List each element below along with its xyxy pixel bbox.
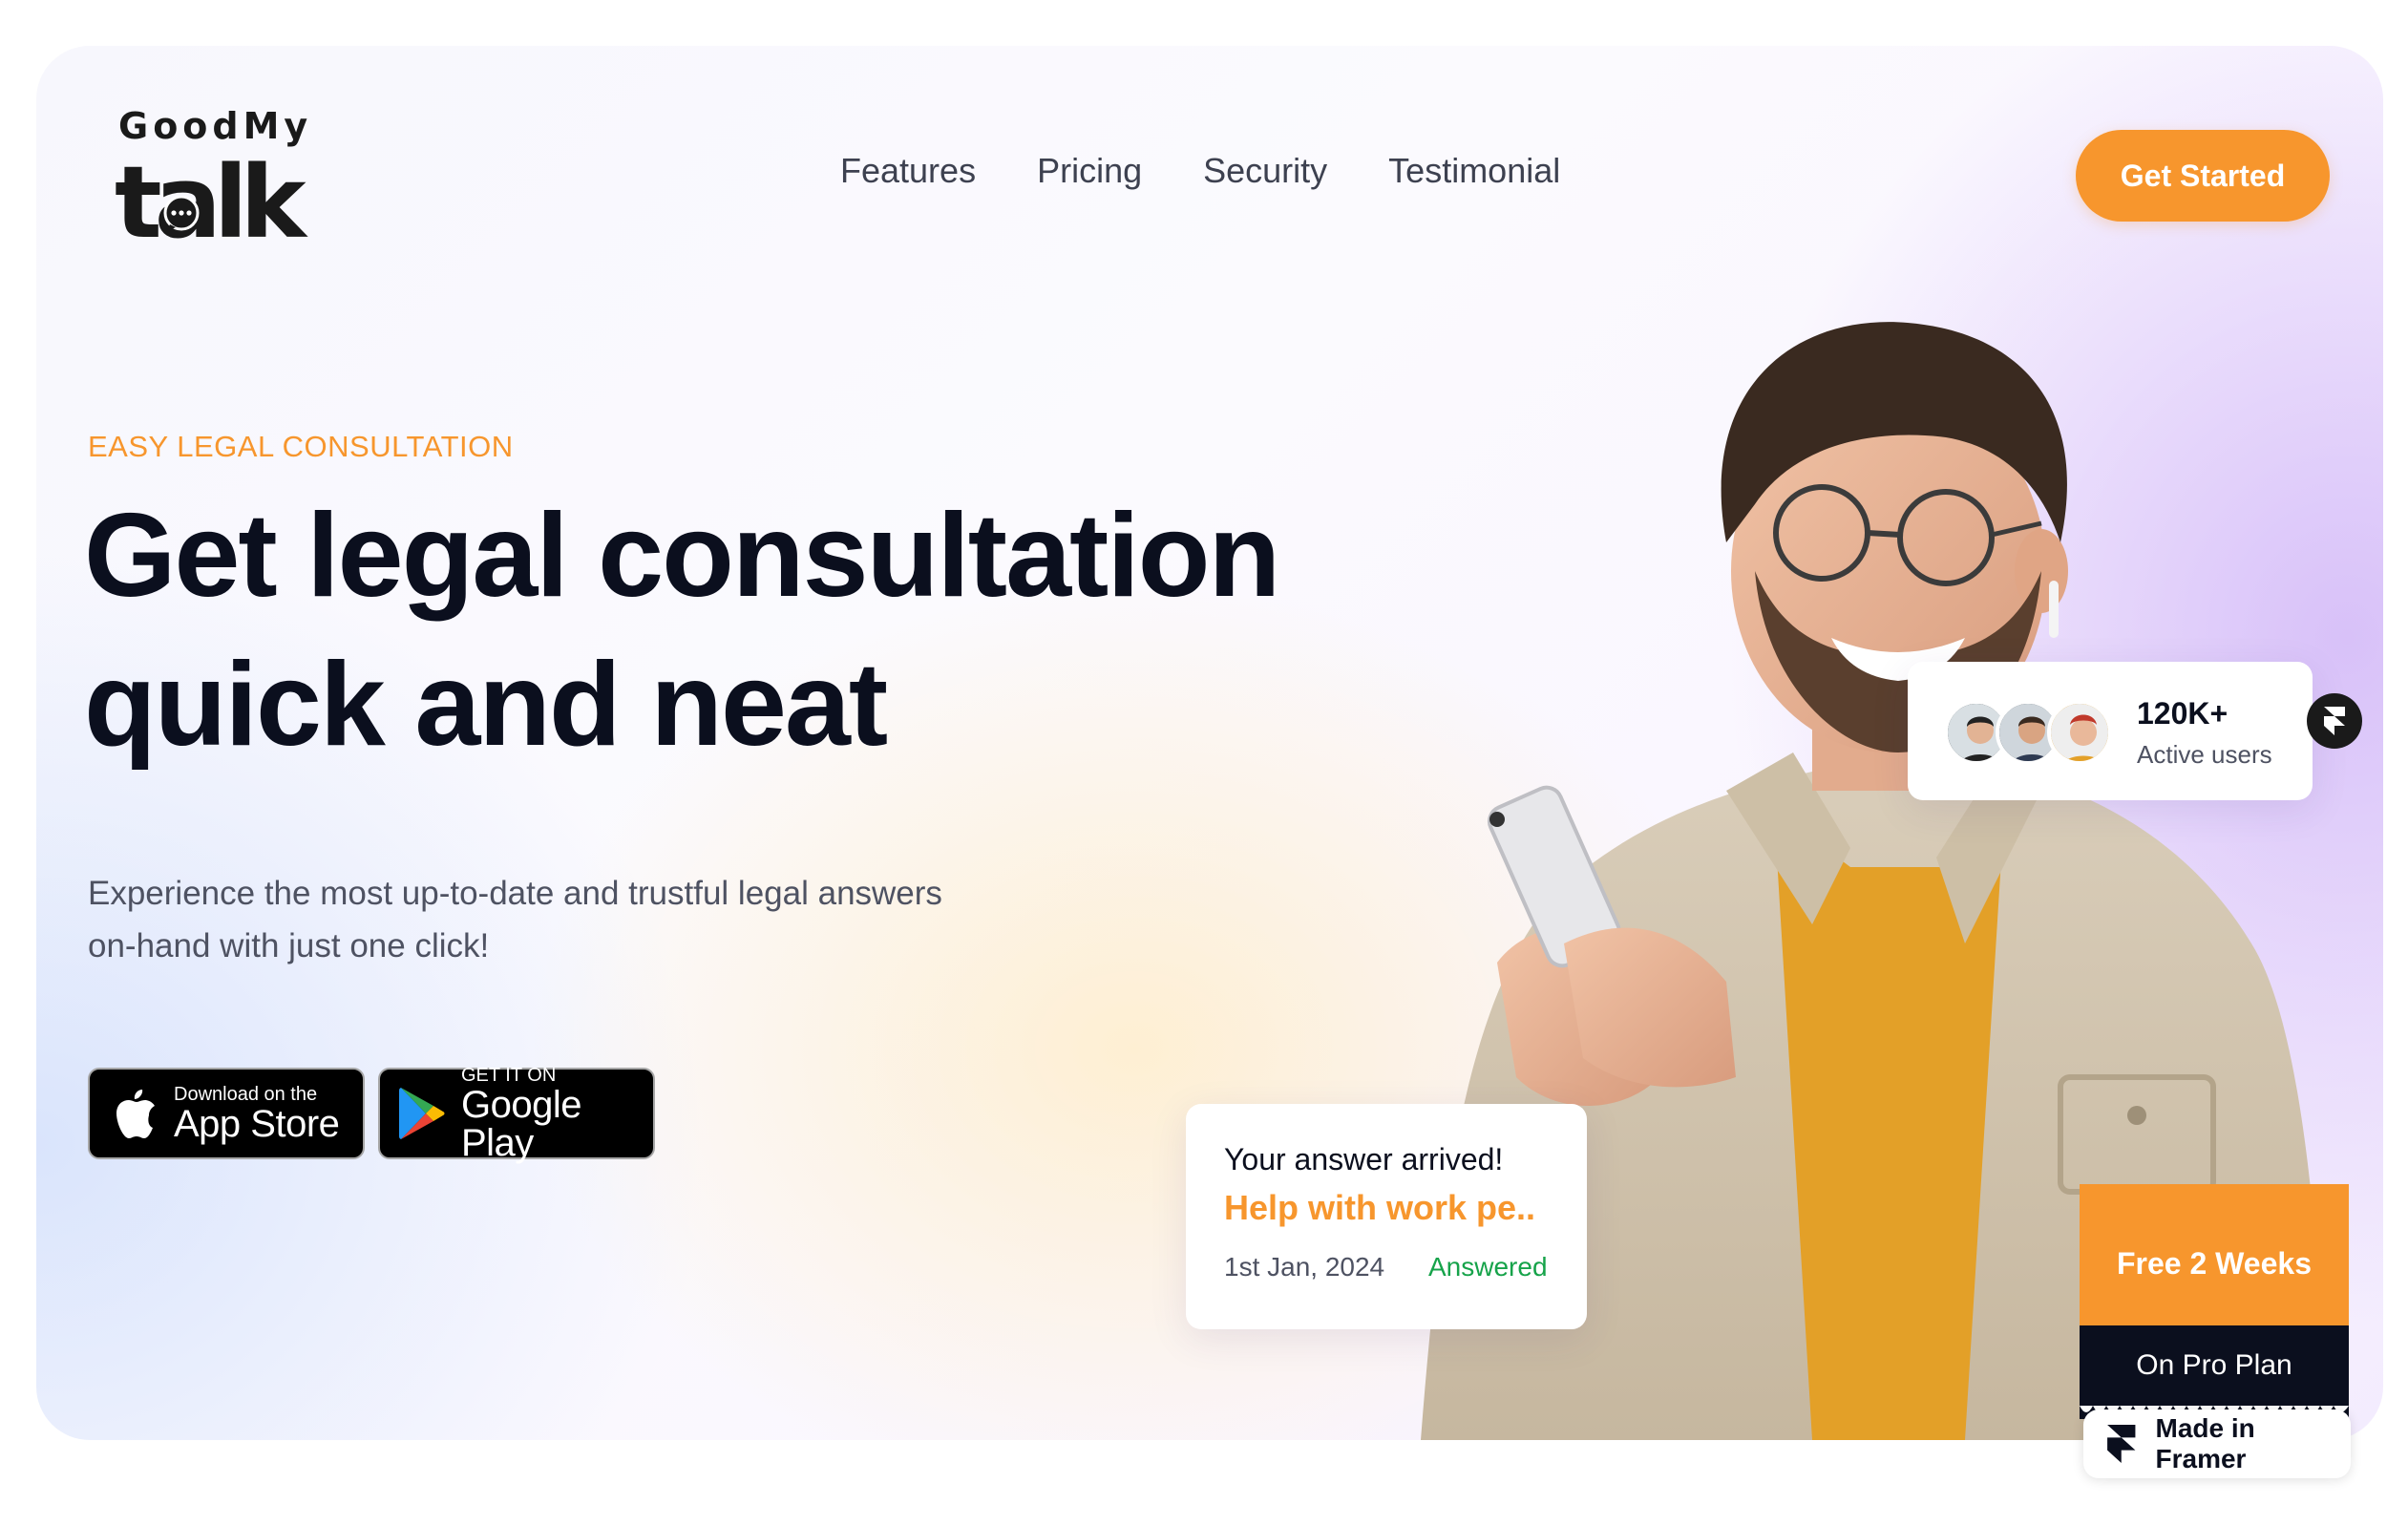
- ticket-edge-top: [2080, 1185, 2349, 1192]
- nav-link-testimonial[interactable]: Testimonial: [1388, 151, 1560, 191]
- logo-wordmark-top: GoodMy: [118, 105, 313, 147]
- answer-title: Your answer arrived!: [1224, 1142, 1504, 1176]
- active-users-card: 120K+ Active users: [1908, 662, 2313, 800]
- subtext-line-1: Experience the most up-to-date and trust…: [88, 875, 942, 912]
- active-users-count: 120K+: [2137, 696, 2228, 731]
- logo-wordmark-main: talk: [115, 144, 306, 261]
- answer-status: Answered: [1428, 1252, 1548, 1282]
- google-play-small: GET IT ON: [460, 1065, 557, 1086]
- pro-plan-promo[interactable]: Free 2 Weeks On Pro Plan: [2080, 1184, 2349, 1419]
- app-store-big: App Store: [174, 1103, 340, 1145]
- app-store-button[interactable]: Download on the App Store: [88, 1068, 365, 1159]
- headline-line-2: quick and neat: [84, 639, 888, 771]
- google-play-button[interactable]: GET IT ON Google Play: [378, 1065, 655, 1162]
- subtext-line-2: on-hand with just one click!: [88, 927, 490, 964]
- promo-top: Free 2 Weeks: [2080, 1184, 2349, 1325]
- apple-icon: [107, 1085, 160, 1142]
- google-play-big: Google Play: [460, 1084, 581, 1164]
- app-store-small: Download on the: [174, 1084, 318, 1105]
- brand-logo[interactable]: GoodMy talk: [115, 105, 313, 252]
- answer-notification-card[interactable]: Your answer arrived! Help with work pe..…: [1186, 1104, 1587, 1329]
- nav-link-pricing[interactable]: Pricing: [1037, 151, 1142, 191]
- hero-headline: Get legal consultation quick and neat: [84, 481, 1421, 779]
- google-play-icon: [397, 1085, 448, 1142]
- answer-date: 1st Jan, 2024: [1224, 1252, 1385, 1282]
- made-in-framer-badge[interactable]: Made in Framer: [2083, 1409, 2351, 1478]
- nav-link-security[interactable]: Security: [1203, 151, 1327, 191]
- framer-icon[interactable]: [2307, 693, 2362, 749]
- google-play-text: GET IT ON Google Play: [461, 1065, 653, 1162]
- avatar-group: [1944, 700, 2116, 767]
- hero-subtext: Experience the most up-to-date and trust…: [88, 867, 1004, 972]
- made-in-framer-label: Made in Framer: [2155, 1413, 2255, 1473]
- answer-subject: Help with work pe..: [1224, 1188, 1536, 1227]
- main-nav: Features Pricing Security Testimonial: [840, 151, 1560, 191]
- avatar: [2047, 700, 2112, 765]
- chat-bubble-icon: [163, 196, 200, 232]
- hero-eyebrow: EASY LEGAL CONSULTATION: [88, 430, 514, 463]
- get-started-button[interactable]: Get Started: [2076, 130, 2330, 222]
- headline-line-1: Get legal consultation: [84, 490, 1280, 622]
- framer-logo-icon: [2107, 1425, 2136, 1463]
- app-store-text: Download on the App Store: [174, 1084, 340, 1145]
- active-users-label: Active users: [2137, 740, 2272, 769]
- nav-link-features[interactable]: Features: [840, 151, 976, 191]
